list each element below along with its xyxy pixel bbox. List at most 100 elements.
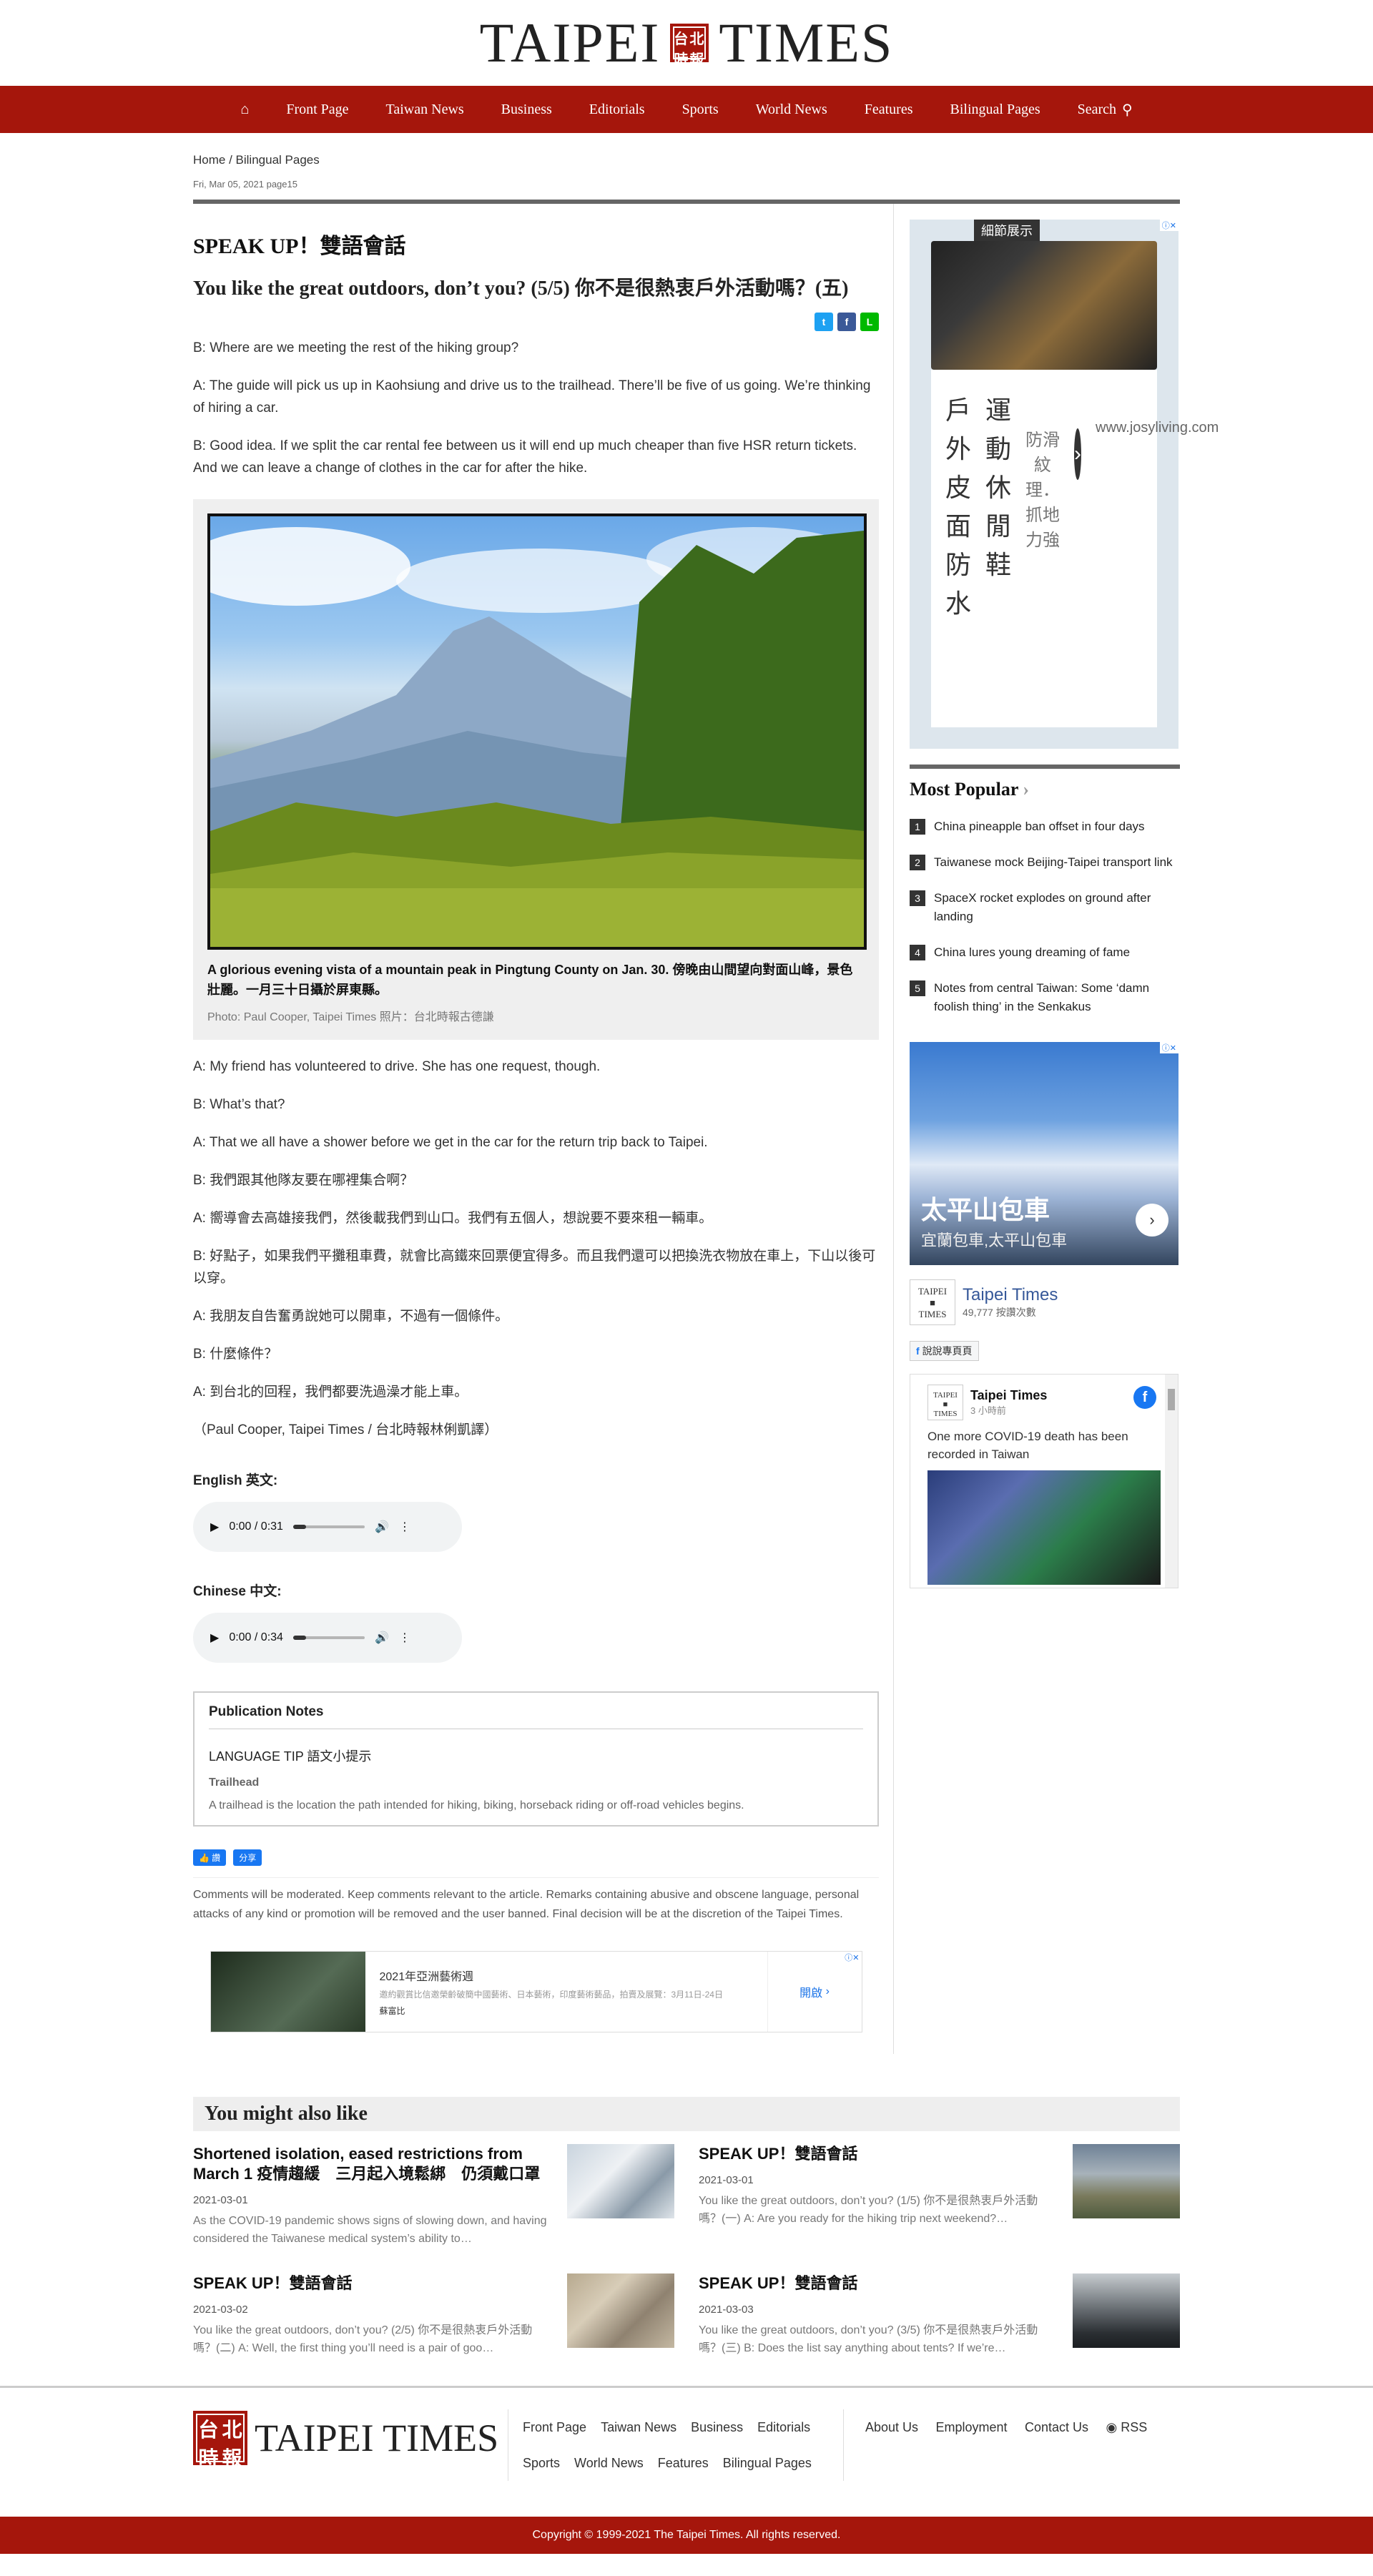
fb-post-image[interactable] (927, 1470, 1161, 1585)
ad-close-icon[interactable]: ⓘ✕ (842, 1952, 862, 1963)
footer-logo[interactable]: 台 北 時 報 TAIPEI TIMES (193, 2409, 508, 2470)
related-card-image[interactable] (567, 2273, 674, 2348)
play-icon[interactable]: ▶ (210, 1631, 219, 1645)
chevron-right-icon[interactable]: › (1136, 1204, 1168, 1237)
nav-search[interactable]: Search ⚲ (1059, 101, 1151, 119)
audio-label-chinese: Chinese 中文: (193, 1584, 282, 1599)
ad-mountain-title: 太平山包車 (921, 1195, 1050, 1224)
audio-player-chinese[interactable]: ▶ 0:00 / 0:34 🔊 ⋮ (193, 1613, 462, 1663)
fb-page-logo[interactable]: TAIPEI ■ TIMES (910, 1279, 955, 1325)
nav-taiwan-news[interactable]: Taiwan News (368, 102, 483, 118)
related-card-title[interactable]: SPEAK UP！雙語會話 (699, 2273, 1058, 2294)
more-options-icon[interactable]: ⋮ (399, 1520, 410, 1534)
ad-description: 邀約觀賞比信邀榮齡破簡中國藝術、日本藝術，印度藝術藝品，拍賣及展覽：3月11日-… (379, 1990, 723, 2000)
related-card[interactable]: SPEAK UP！雙語會話 2021-03-01 You like the gr… (699, 2144, 1180, 2248)
footer-logo-text: TAIPEI TIMES (255, 2417, 499, 2459)
related-card-title[interactable]: SPEAK UP！雙語會話 (193, 2273, 553, 2294)
fb-post-name[interactable]: Taipei Times (970, 1388, 1047, 1403)
fb-page-share-button[interactable]: f 說說專頁頁 (910, 1341, 979, 1361)
breadcrumb-home[interactable]: Home (193, 153, 225, 167)
related-card-title[interactable]: Shortened isolation, eased restrictions … (193, 2144, 553, 2184)
footer-nav-sports[interactable]: Sports (523, 2445, 560, 2481)
audio-progress-bar[interactable] (292, 1525, 365, 1529)
article-translator-credit: （Paul Cooper, Taipei Times / 台北時報林俐凱譯） (193, 1422, 498, 1437)
footer-contact-us[interactable]: Contact Us (1025, 2420, 1088, 2434)
related-card-title[interactable]: SPEAK UP！雙語會話 (699, 2144, 1058, 2164)
footer-nav-business[interactable]: Business (691, 2409, 743, 2445)
fb-post-avatar: TAIPEI ■ TIMES (927, 1385, 963, 1420)
footer-nav-world-news[interactable]: World News (574, 2445, 644, 2481)
footer-nav-features[interactable]: Features (658, 2445, 709, 2481)
footer-nav-editorials[interactable]: Editorials (757, 2409, 810, 2445)
most-popular-item[interactable]: 2 Taiwanese mock Beijing-Taipei transport… (910, 853, 1180, 872)
fb-page-name[interactable]: Taipei Times (963, 1285, 1058, 1305)
home-icon[interactable]: ⌂ (222, 102, 267, 118)
footer-rss[interactable]: ◉ RSS (1106, 2420, 1148, 2434)
audio-player-english[interactable]: ▶ 0:00 / 0:31 🔊 ⋮ (193, 1502, 462, 1552)
footer-about-us[interactable]: About Us (865, 2420, 918, 2434)
related-card-date: 2021-03-01 (193, 2194, 248, 2206)
chevron-right-icon[interactable]: › (1074, 428, 1082, 480)
fb-post[interactable]: TAIPEI ■ TIMES Taipei Times 3 小時前 f One mo… (910, 1374, 1178, 1588)
nav-bilingual-pages[interactable]: Bilingual Pages (932, 102, 1059, 118)
most-popular-title[interactable]: Most Popular › (910, 765, 1180, 800)
most-popular-item[interactable]: 4 China lures young dreaming of fame (910, 943, 1180, 962)
audio-time: 0:00 / 0:34 (229, 1631, 283, 1643)
ad-banner-wide[interactable]: 2021年亞洲藝術週 邀約觀賞比信邀榮齡破簡中國藝術、日本藝術，印度藝術藝品，拍… (210, 1951, 862, 2032)
main-nav: ⌂ Front Page Taiwan News Business Editor… (0, 86, 1373, 133)
article-paragraph: A: My friend has volunteered to drive. S… (193, 1059, 601, 1074)
ad-close-icon[interactable]: ⓘ✕ (1159, 1042, 1178, 1053)
most-popular-item[interactable]: 1 China pineapple ban offset in four days (910, 817, 1180, 836)
most-popular-item[interactable]: 5 Notes from central Taiwan: Some ‘damn f… (910, 979, 1180, 1016)
related-card[interactable]: Shortened isolation, eased restrictions … (193, 2144, 674, 2248)
ad-mountain-tour[interactable]: ⓘ✕ 太平山包車 宜蘭包車,太平山包車 › (910, 1042, 1178, 1265)
related-card-image[interactable] (1073, 2273, 1180, 2348)
related-card-image[interactable] (1073, 2144, 1180, 2218)
related-card[interactable]: SPEAK UP！雙語會話 2021-03-02 You like the gr… (193, 2273, 674, 2357)
facebook-icon: f (916, 1345, 922, 1357)
volume-icon[interactable]: 🔊 (375, 1520, 389, 1534)
fb-like-button[interactable]: 👍 讚 (193, 1849, 227, 1866)
article-column: SPEAK UP！雙語會話 You like the great outdoor… (193, 204, 894, 2054)
ad-thumbnail (210, 1952, 365, 2032)
mountain-photo[interactable] (207, 513, 867, 950)
volume-icon[interactable]: 🔊 (375, 1631, 389, 1645)
breadcrumb: Home / Bilingual Pages (193, 153, 320, 167)
rank-badge: 3 (910, 890, 925, 906)
footer-logo-seal: 台 北 時 報 (193, 2411, 247, 2470)
photo-caption: A glorious evening vista of a mountain p… (207, 963, 853, 997)
most-popular-item[interactable]: 3 SpaceX rocket explodes on ground after … (910, 889, 1180, 926)
footer-nav-bilingual-pages[interactable]: Bilingual Pages (723, 2445, 812, 2481)
breadcrumb-section[interactable]: Bilingual Pages (236, 153, 320, 167)
related-card[interactable]: SPEAK UP！雙語會話 2021-03-03 You like the gr… (699, 2273, 1180, 2357)
nav-world-news[interactable]: World News (737, 102, 846, 118)
footer-nav-taiwan-news[interactable]: Taiwan News (601, 2409, 676, 2445)
article-paragraph: A: 到台北的回程，我們都要洗過澡才能上車。 (193, 1385, 468, 1400)
nav-sports[interactable]: Sports (664, 102, 737, 118)
play-icon[interactable]: ▶ (210, 1520, 219, 1534)
audio-progress-bar[interactable] (292, 1636, 365, 1640)
nav-front-page[interactable]: Front Page (267, 102, 367, 118)
scrollbar[interactable] (1165, 1375, 1178, 1588)
site-logo[interactable]: TAIPEI 台 北 時 報 TIMES (480, 11, 894, 75)
ad-source: 蘇富比 (379, 2006, 405, 2016)
footer-employment[interactable]: Employment (936, 2420, 1008, 2434)
twitter-icon[interactable]: t (815, 313, 833, 331)
fb-share-button[interactable]: 分享 (233, 1849, 262, 1866)
ad-open-button[interactable]: 開啟 › (767, 1952, 862, 2032)
nav-features[interactable]: Features (846, 102, 932, 118)
ad-shoes[interactable]: 細節展示 ⓘ✕ 戶外皮面防水 運動休閒鞋 防滑紋理．抓地力強 › www.jos… (910, 220, 1219, 749)
more-options-icon[interactable]: ⋮ (399, 1631, 410, 1645)
nav-business[interactable]: Business (483, 102, 571, 118)
article-paragraph: B: 我們跟其他隊友要在哪裡集合啊？ (193, 1173, 414, 1188)
ad-url: www.josyliving.com (1096, 420, 1219, 436)
fb-post-time: 3 小時前 (970, 1405, 1006, 1416)
nav-editorials[interactable]: Editorials (571, 102, 664, 118)
ad-close-icon[interactable]: ⓘ✕ (1159, 220, 1178, 231)
related-card-image[interactable] (567, 2144, 674, 2218)
line-icon[interactable]: L (860, 313, 879, 331)
footer-nav-front-page[interactable]: Front Page (523, 2409, 586, 2445)
fb-page-likes: 49,777 按讚次數 (963, 1307, 1036, 1318)
facebook-icon[interactable]: f (837, 313, 856, 331)
ad-subline: 防滑紋理．抓地力強 (1025, 431, 1060, 550)
